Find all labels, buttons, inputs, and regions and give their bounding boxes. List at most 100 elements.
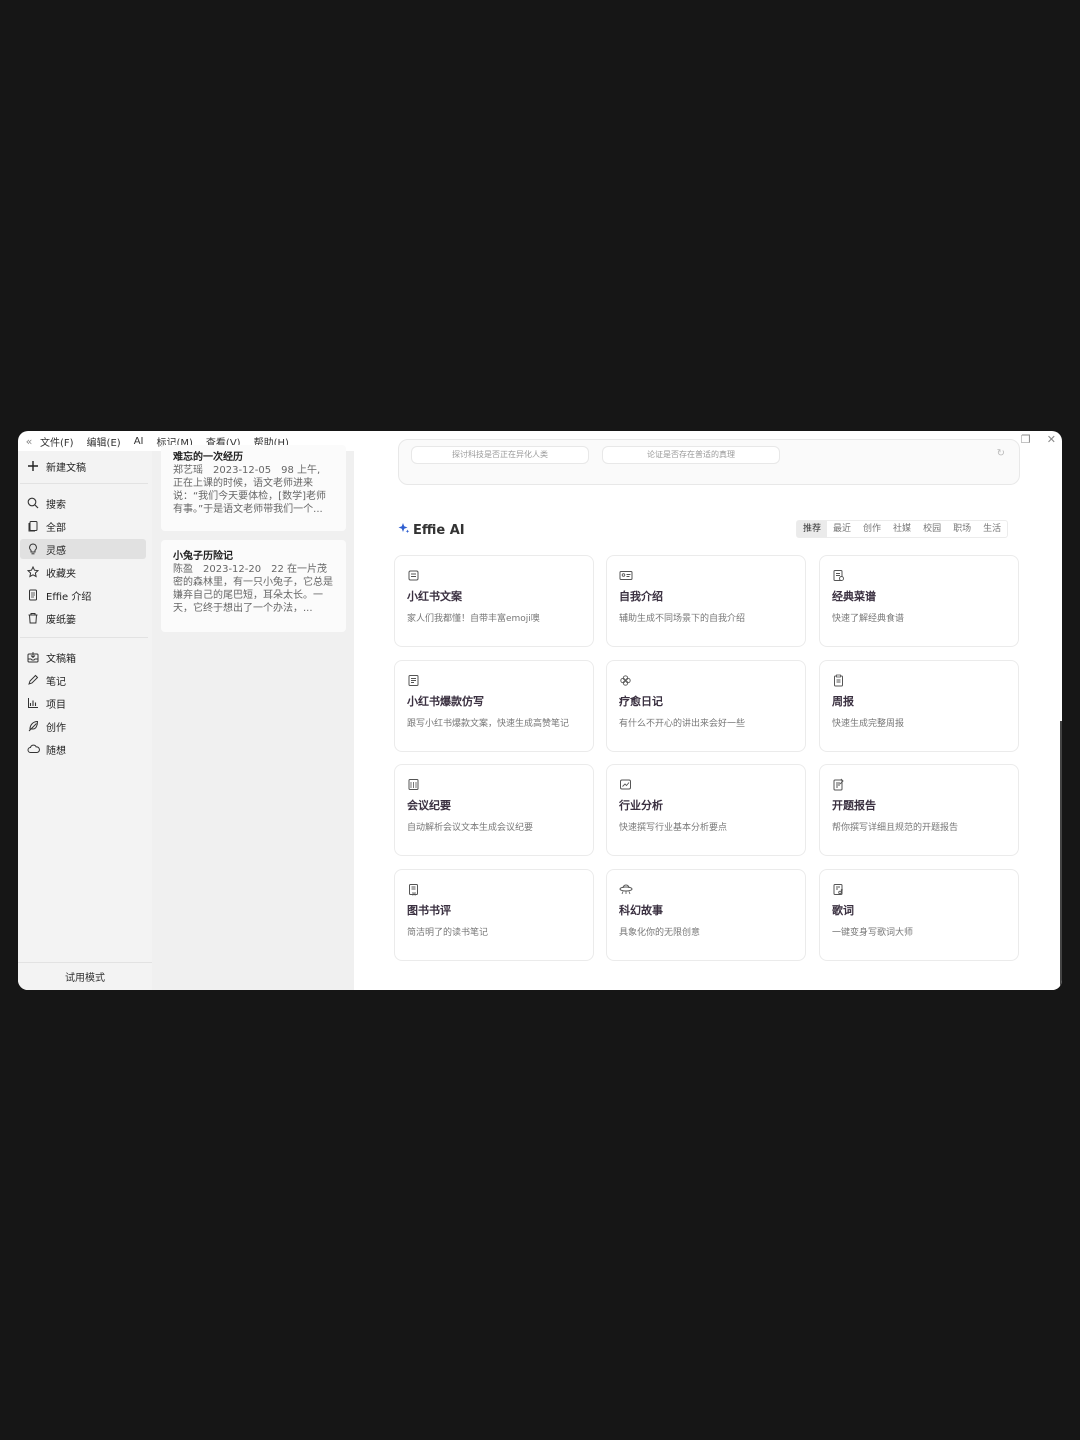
- template-card[interactable]: 歌词 一键变身写歌词大师: [819, 869, 1019, 961]
- sidebar-item-inbox[interactable]: 文稿箱: [20, 647, 146, 667]
- recipe-icon: [832, 568, 1006, 582]
- template-card[interactable]: 小红书文案 家人们我都懂！自带丰富emoji噢: [394, 555, 594, 647]
- prompt-suggestions-panel: 探讨科技是否正在异化人类 论证是否存在普适的真理 ↻: [398, 439, 1020, 485]
- sidebar-item-trash[interactable]: 废纸篓: [20, 608, 146, 628]
- tab-creation[interactable]: 创作: [857, 521, 887, 537]
- card-desc: 家人们我都懂！自带丰富emoji噢: [407, 614, 540, 624]
- divider: [20, 637, 148, 638]
- card-title: 周报: [832, 695, 854, 708]
- close-icon[interactable]: ✕: [1047, 433, 1056, 446]
- trial-mode-button[interactable]: 试用模式: [18, 962, 152, 990]
- template-card[interactable]: 疗愈日记 有什么不开心的讲出来会好一些: [606, 660, 806, 752]
- sidebar-item-search[interactable]: 搜索: [20, 493, 146, 513]
- double-chevron-left-icon[interactable]: «: [18, 435, 40, 448]
- doc-title: 小兔子历险记: [173, 551, 233, 562]
- new-doc-label: 新建文稿: [46, 462, 86, 474]
- sidebar-item-creation[interactable]: 创作: [20, 716, 146, 736]
- book-icon: [407, 882, 581, 896]
- new-doc-button[interactable]: 新建文稿: [20, 456, 146, 476]
- list-item[interactable]: 小兔子历险记 陈盈 2023-12-20 22 在一片茂 密的森林里，有一只小兔…: [161, 540, 346, 632]
- sidebar-item-label: 收藏夹: [46, 568, 76, 580]
- card-title: 小红书文案: [407, 590, 462, 603]
- card-desc: 辅助生成不同场景下的自我介绍: [619, 614, 746, 624]
- card-title: 开题报告: [832, 799, 876, 812]
- bulb-icon: [20, 543, 46, 555]
- refresh-icon[interactable]: ↻: [997, 448, 1005, 459]
- sidebar-item-label: 灵感: [46, 545, 66, 557]
- sidebar-item-thoughts[interactable]: 随想: [20, 739, 146, 759]
- doc-meta: 郑艺瑶 2023-12-05 98 上午,: [173, 465, 321, 476]
- trash-icon: [20, 612, 46, 624]
- sidebar: 新建文稿 搜索 全部 灵感 收藏夹 Effie 介绍 废纸篓 文稿箱 笔记 项目…: [18, 451, 152, 990]
- card-title: 自我介绍: [619, 590, 663, 603]
- menu-edit[interactable]: 编辑(E): [87, 434, 121, 449]
- card-title: 科幻故事: [619, 904, 663, 917]
- card-desc: 跟写小红书爆款文案，快速生成高赞笔记: [407, 719, 570, 729]
- suggestion-chip[interactable]: 探讨科技是否正在异化人类: [411, 446, 589, 464]
- template-card[interactable]: 周报 快速生成完整周报: [819, 660, 1019, 752]
- notebook-icon: [407, 568, 581, 582]
- card-title: 小红书爆款仿写: [407, 695, 484, 708]
- sidebar-item-label: 随想: [46, 745, 66, 757]
- sidebar-item-projects[interactable]: 项目: [20, 693, 146, 713]
- sidebar-item-label: 创作: [46, 722, 66, 734]
- sidebar-item-label: 笔记: [46, 676, 66, 688]
- menu-file[interactable]: 文件(F): [40, 434, 74, 449]
- card-title: 经典菜谱: [832, 590, 876, 603]
- card-desc: 帮你撰写详细且规范的开题报告: [832, 823, 959, 833]
- template-card[interactable]: 图书书评 简洁明了的读书笔记: [394, 869, 594, 961]
- template-card[interactable]: 会议纪要 自动解析会议文本生成会议纪要: [394, 764, 594, 856]
- tab-workplace[interactable]: 职场: [947, 521, 977, 537]
- inbox-icon: [20, 651, 46, 663]
- main-panel: 探讨科技是否正在异化人类 论证是否存在普适的真理 ↻ Effie AI 推荐 最…: [354, 439, 1062, 990]
- template-card[interactable]: 开题报告 帮你撰写详细且规范的开题报告: [819, 764, 1019, 856]
- card-desc: 自动解析会议文本生成会议纪要: [407, 823, 534, 833]
- doc-title: 难忘的一次经历: [173, 452, 243, 463]
- template-card[interactable]: 经典菜谱 快速了解经典食谱: [819, 555, 1019, 647]
- doc-excerpt: 正在上课的时候，语文老师进来说：“我们今天要体检，[数学]老师有事。”于是语文老…: [173, 478, 326, 515]
- tab-recommended[interactable]: 推荐: [797, 521, 828, 537]
- sidebar-item-effie-intro[interactable]: Effie 介绍: [20, 585, 146, 605]
- menu-ai[interactable]: AI: [134, 436, 144, 447]
- restore-icon[interactable]: ❐: [1021, 433, 1031, 446]
- tab-campus[interactable]: 校园: [917, 521, 947, 537]
- ufo-icon: [619, 882, 793, 896]
- template-card[interactable]: 自我介绍 辅助生成不同场景下的自我介绍: [606, 555, 806, 647]
- effie-ai-title: Effie AI: [413, 522, 465, 538]
- feather-icon: [20, 720, 46, 732]
- sidebar-item-label: 废纸篓: [46, 614, 76, 626]
- flower-icon: [619, 673, 793, 687]
- doc-meta: 陈盈 2023-12-20 22 在一片茂: [173, 564, 328, 575]
- scrollbar[interactable]: [1060, 721, 1062, 990]
- effie-ai-heading: Effie AI: [398, 522, 465, 538]
- sidebar-item-inspiration[interactable]: 灵感: [20, 539, 146, 559]
- sparkle-icon: [398, 522, 410, 538]
- list-item[interactable]: 难忘的一次经历 郑艺瑶 2023-12-05 98 上午, 正在上课的时候，语文…: [161, 445, 346, 531]
- chart-icon: [20, 697, 46, 709]
- tab-life[interactable]: 生活: [977, 521, 1007, 537]
- template-card[interactable]: 科幻故事 具象化你的无限创意: [606, 869, 806, 961]
- plus-icon: [20, 460, 46, 472]
- category-tabs: 推荐 最近 创作 社媒 校园 职场 生活: [796, 520, 1009, 538]
- suggestion-chip[interactable]: 论证是否存在普适的真理: [602, 446, 780, 464]
- tab-social[interactable]: 社媒: [887, 521, 917, 537]
- tab-recent[interactable]: 最近: [827, 521, 857, 537]
- search-icon: [20, 497, 46, 509]
- clipboard-icon: [832, 673, 1006, 687]
- cloud-icon: [20, 743, 46, 755]
- sidebar-item-notes[interactable]: 笔记: [20, 670, 146, 690]
- music-doc-icon: [832, 882, 1006, 896]
- sidebar-item-favorites[interactable]: 收藏夹: [20, 562, 146, 582]
- card-title: 图书书评: [407, 904, 451, 917]
- trend-icon: [619, 777, 793, 791]
- id-card-icon: [619, 568, 793, 582]
- sidebar-item-all[interactable]: 全部: [20, 516, 146, 536]
- meeting-icon: [407, 777, 581, 791]
- template-card[interactable]: 小红书爆款仿写 跟写小红书爆款文案，快速生成高赞笔记: [394, 660, 594, 752]
- card-desc: 一键变身写歌词大师: [832, 928, 914, 938]
- card-desc: 具象化你的无限创意: [619, 928, 701, 938]
- card-desc: 简洁明了的读书笔记: [407, 928, 489, 938]
- document-list: 难忘的一次经历 郑艺瑶 2023-12-05 98 上午, 正在上课的时候，语文…: [152, 445, 354, 990]
- card-title: 疗愈日记: [619, 695, 663, 708]
- template-card[interactable]: 行业分析 快速撰写行业基本分析要点: [606, 764, 806, 856]
